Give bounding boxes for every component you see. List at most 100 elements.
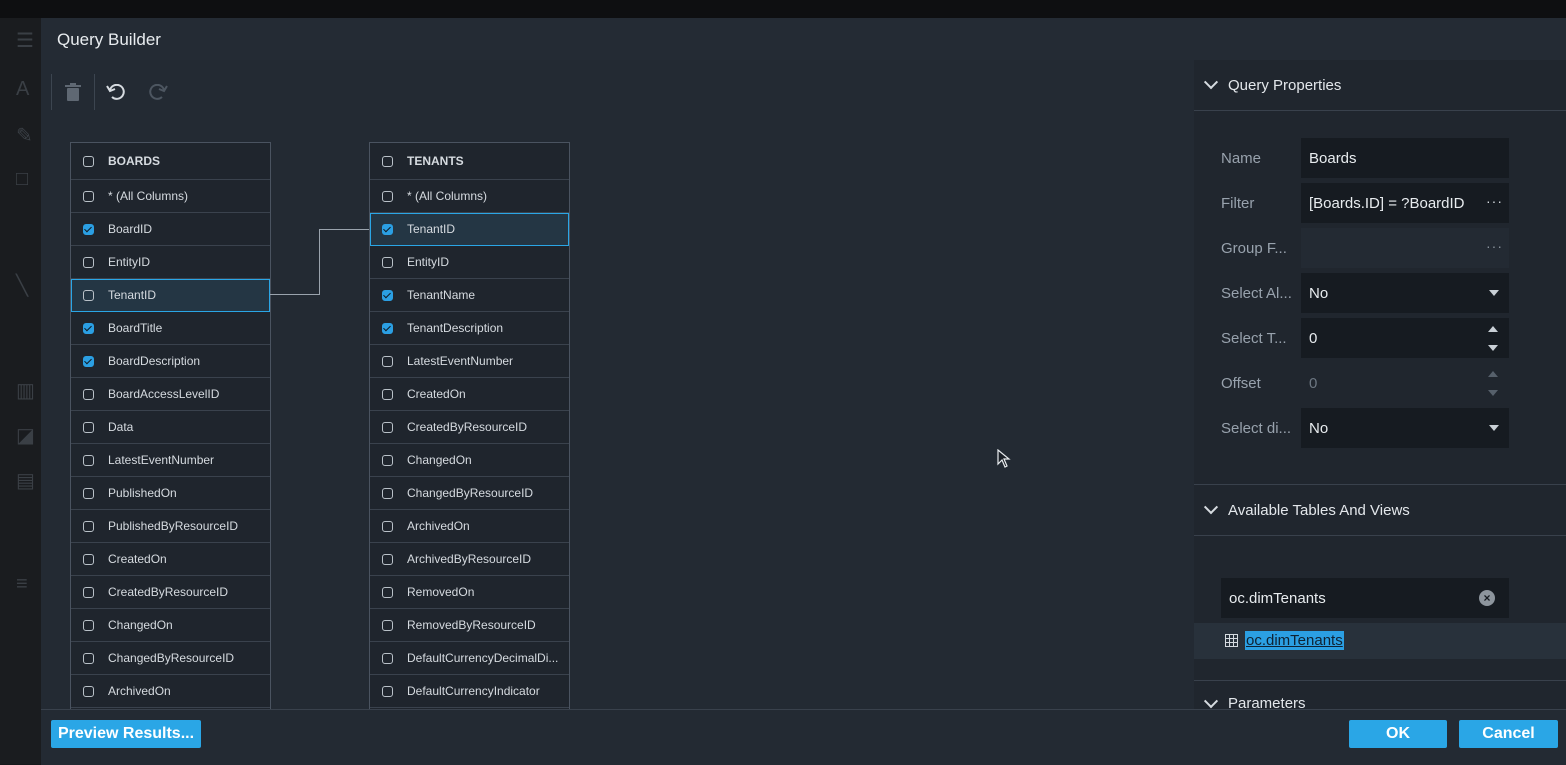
group-filter-field[interactable]: ··· — [1301, 228, 1509, 268]
table-tenants[interactable]: TENANTS * (All Columns) TenantID EntityID Te… — [369, 142, 570, 709]
column-checkbox[interactable] — [83, 586, 94, 598]
preview-results-button[interactable]: Preview Results... — [51, 720, 201, 748]
column-row[interactable]: ArchivedByResourceID — [370, 543, 569, 576]
column-checkbox[interactable] — [83, 553, 94, 565]
column-checkbox[interactable] — [83, 652, 94, 664]
select-all-dropdown[interactable]: No — [1301, 273, 1509, 313]
clipboard-icon: ▤ — [16, 470, 35, 492]
column-checkbox[interactable] — [382, 553, 393, 565]
column-row[interactable]: BoardAccessLevelID — [71, 378, 270, 411]
undo-button[interactable] — [95, 74, 137, 110]
properties-panel: Query Properties Name Boards Filter [Boa… — [1194, 60, 1566, 709]
column-checkbox[interactable] — [83, 619, 94, 631]
column-row[interactable]: ChangedByResourceID — [71, 642, 270, 675]
text-icon: A — [16, 78, 30, 100]
column-checkbox[interactable] — [382, 256, 393, 268]
background-app-sidebar: ☰ A ✎ □ ╲ ▥ ◪ ▤ ≡ — [0, 18, 41, 764]
column-checkbox[interactable] — [83, 190, 94, 202]
column-row[interactable]: ArchivedOn — [71, 675, 270, 708]
column-checkbox[interactable] — [382, 421, 393, 433]
spin-up-icon[interactable] — [1488, 326, 1498, 332]
column-row[interactable]: TenantDescription — [370, 312, 569, 345]
column-checkbox[interactable] — [83, 355, 94, 367]
column-checkbox[interactable] — [382, 454, 393, 466]
column-row[interactable]: LatestEventNumber — [370, 345, 569, 378]
column-checkbox[interactable] — [382, 487, 393, 499]
column-checkbox[interactable] — [83, 322, 94, 334]
column-row[interactable]: TenantID — [71, 279, 270, 312]
spin-down-icon[interactable] — [1488, 345, 1498, 351]
column-row[interactable]: RemovedByResourceID — [370, 609, 569, 642]
table-select-all-checkbox[interactable] — [382, 155, 393, 167]
column-checkbox[interactable] — [382, 223, 393, 235]
column-row[interactable]: TenantName — [370, 279, 569, 312]
column-checkbox[interactable] — [382, 322, 393, 334]
column-checkbox[interactable] — [83, 421, 94, 433]
column-row[interactable]: * (All Columns) — [370, 180, 569, 213]
select-top-spinner[interactable]: 0 — [1301, 318, 1509, 358]
column-checkbox[interactable] — [382, 586, 393, 598]
column-row[interactable]: Data — [71, 411, 270, 444]
delete-button[interactable] — [52, 74, 94, 110]
column-checkbox[interactable] — [382, 388, 393, 400]
column-label: ChangedOn — [108, 618, 173, 632]
column-checkbox[interactable] — [382, 685, 393, 697]
column-row[interactable]: PublishedOn — [71, 477, 270, 510]
offset-spinner[interactable]: 0 — [1301, 363, 1509, 403]
column-row[interactable]: CreatedOn — [71, 543, 270, 576]
group-filter-ellipsis-button[interactable]: ··· — [1486, 238, 1503, 254]
column-row[interactable]: RemovedOn — [370, 576, 569, 609]
column-row[interactable]: * (All Columns) — [71, 180, 270, 213]
filter-field[interactable]: [Boards.ID] = ?BoardID ··· — [1301, 183, 1509, 223]
column-checkbox[interactable] — [83, 520, 94, 532]
column-row[interactable]: DefaultCurrencyIndicator — [370, 675, 569, 708]
column-checkbox[interactable] — [83, 454, 94, 466]
column-row[interactable]: PublishedByResourceID — [71, 510, 270, 543]
cancel-button[interactable]: Cancel — [1459, 720, 1558, 748]
filter-ellipsis-button[interactable]: ··· — [1486, 193, 1503, 209]
column-row[interactable]: BoardID — [71, 213, 270, 246]
column-checkbox[interactable] — [382, 520, 393, 532]
parameters-header[interactable]: Parameters — [1194, 680, 1566, 709]
available-tables-header[interactable]: Available Tables And Views — [1194, 484, 1566, 536]
column-row[interactable]: CreatedByResourceID — [370, 411, 569, 444]
column-checkbox[interactable] — [382, 652, 393, 664]
column-row[interactable]: EntityID — [71, 246, 270, 279]
column-checkbox[interactable] — [83, 685, 94, 697]
column-checkbox[interactable] — [382, 355, 393, 367]
column-checkbox[interactable] — [83, 388, 94, 400]
column-row[interactable]: BoardTitle — [71, 312, 270, 345]
query-properties-header[interactable]: Query Properties — [1194, 60, 1566, 111]
column-checkbox[interactable] — [83, 289, 94, 301]
column-row[interactable]: ChangedOn — [370, 444, 569, 477]
column-checkbox[interactable] — [382, 190, 393, 202]
table-header[interactable]: BOARDS — [71, 143, 270, 180]
column-row[interactable]: ChangedOn — [71, 609, 270, 642]
name-field[interactable]: Boards — [1301, 138, 1509, 178]
select-distinct-dropdown[interactable]: No — [1301, 408, 1509, 448]
dialog-title: Query Builder — [57, 30, 161, 49]
table-header[interactable]: TENANTS — [370, 143, 569, 180]
query-canvas[interactable]: BOARDS * (All Columns) BoardID EntityID Tena… — [41, 60, 1194, 709]
table-list-item[interactable]: oc.dimTenants — [1194, 623, 1566, 659]
redo-button[interactable] — [137, 74, 179, 110]
column-row[interactable]: BoardDescription — [71, 345, 270, 378]
column-row[interactable]: TenantID — [370, 213, 569, 246]
column-row[interactable]: CreatedByResourceID — [71, 576, 270, 609]
column-row[interactable]: CreatedOn — [370, 378, 569, 411]
column-row[interactable]: ArchivedOn — [370, 510, 569, 543]
column-checkbox[interactable] — [382, 619, 393, 631]
clear-icon[interactable]: × — [1479, 590, 1495, 606]
column-checkbox[interactable] — [382, 289, 393, 301]
table-boards[interactable]: BOARDS * (All Columns) BoardID EntityID Tena… — [70, 142, 271, 709]
column-row[interactable]: LatestEventNumber — [71, 444, 270, 477]
column-checkbox[interactable] — [83, 256, 94, 268]
column-row[interactable]: ChangedByResourceID — [370, 477, 569, 510]
table-select-all-checkbox[interactable] — [83, 155, 94, 167]
column-row[interactable]: DefaultCurrencyDecimalDi... — [370, 642, 569, 675]
ok-button[interactable]: OK — [1349, 720, 1447, 748]
column-checkbox[interactable] — [83, 223, 94, 235]
column-row[interactable]: EntityID — [370, 246, 569, 279]
column-checkbox[interactable] — [83, 487, 94, 499]
tables-search-input[interactable]: oc.dimTenants × — [1221, 578, 1509, 618]
